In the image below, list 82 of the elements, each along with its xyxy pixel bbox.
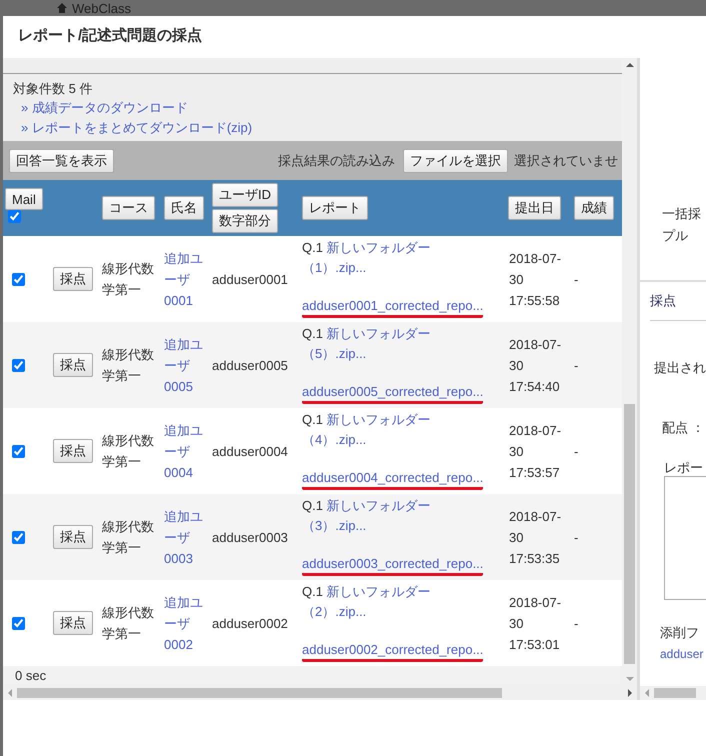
row-checkbox[interactable]	[12, 444, 25, 458]
sort-button[interactable]: ユーザID	[212, 183, 278, 207]
download-link[interactable]: » 成績データのダウンロード	[21, 100, 188, 115]
user-name-link[interactable]: 追加ユーザ0001	[164, 248, 210, 310]
mail-button[interactable]: Mail	[5, 188, 43, 210]
scroll-down-icon[interactable]	[626, 677, 634, 681]
grading-tab[interactable]: 採点	[650, 292, 676, 310]
report-label: レポー	[663, 460, 704, 476]
report-file-link[interactable]: Q.1 新しいフォルダー（5）.zip...	[302, 324, 442, 364]
grade-button[interactable]: 採点	[53, 267, 93, 291]
row-checkbox[interactable]	[12, 272, 25, 286]
corrected-file-link[interactable]: adduser0004_corrected_repo...	[302, 469, 484, 490]
sort-button[interactable]: コース	[102, 196, 155, 220]
row-checkbox[interactable]	[12, 616, 25, 630]
course-name: 線形代数学第一	[102, 604, 155, 643]
bulk-text: 一括採	[662, 205, 702, 223]
grade-button[interactable]: 採点	[53, 525, 93, 549]
submitted-date: 2018-07-30 17:53:35	[509, 508, 562, 568]
course-name: 線形代数学第一	[102, 518, 155, 557]
correction-file-link[interactable]: adduser	[640, 647, 706, 661]
user-id: adduser0005	[212, 356, 288, 374]
user-id: adduser0004	[212, 442, 288, 460]
corrected-file-link[interactable]: adduser0005_corrected_repo...	[302, 383, 484, 404]
scroll-thumb[interactable]	[654, 688, 696, 698]
report-file-link[interactable]: Q.1 新しいフォルダー（1）.zip...	[302, 238, 442, 278]
user-name-link[interactable]: 追加ユーザ0004	[164, 420, 210, 482]
submitted-date: 2018-07-30 17:54:40	[509, 336, 562, 396]
course-name: 線形代数学第一	[102, 260, 155, 299]
report-file-link[interactable]: Q.1 新しいフォルダー（3）.zip...	[302, 496, 442, 536]
horizontal-scrollbar[interactable]	[640, 686, 706, 700]
submitted-date: 2018-07-30 17:55:58	[509, 250, 562, 310]
sort-button[interactable]: 成績	[574, 196, 614, 220]
course-name: 線形代数学第一	[102, 432, 155, 471]
grade-value: -	[574, 442, 578, 460]
sort-button[interactable]: 数字部分	[212, 209, 278, 233]
grade-button[interactable]: 採点	[53, 353, 93, 377]
scroll-thumb[interactable]	[17, 688, 502, 698]
grade-value: -	[574, 614, 578, 632]
scroll-left-icon[interactable]	[8, 689, 12, 697]
timing-text: 0 sec	[15, 668, 46, 683]
scroll-left-icon[interactable]	[645, 689, 649, 697]
bulk-text: プル	[662, 227, 689, 245]
scroll-right-icon[interactable]	[628, 689, 632, 697]
list-button[interactable]: 回答一覧を表示	[9, 148, 114, 172]
row-checkbox[interactable]	[12, 358, 25, 372]
grade-value: -	[574, 356, 578, 374]
file-status: 選択されていませ	[514, 152, 618, 170]
scroll-thumb[interactable]	[624, 404, 635, 664]
report-file-link[interactable]: Q.1 新しいフォルダー（4）.zip...	[302, 410, 442, 450]
user-id: adduser0002	[212, 614, 288, 632]
corrected-file-link[interactable]: adduser0003_corrected_repo...	[302, 555, 484, 576]
grade-value: -	[574, 528, 578, 546]
scroll-up-icon[interactable]	[626, 63, 634, 67]
submitted-date: 2018-07-30 17:53:57	[509, 422, 562, 482]
dialog-title: レポート/記述式問題の採点	[17, 26, 204, 46]
user-name-link[interactable]: 追加ユーザ0003	[164, 506, 210, 568]
grade-value: -	[574, 270, 578, 288]
home-icon	[56, 2, 68, 14]
import-label: 採点結果の読み込み	[278, 152, 395, 170]
mail-checkbox[interactable]	[8, 210, 21, 223]
site-title: WebClass	[72, 0, 132, 16]
file-button[interactable]: ファイルを選択	[403, 148, 508, 172]
row-checkbox[interactable]	[12, 530, 25, 544]
grade-button[interactable]: 採点	[53, 439, 93, 463]
user-name-link[interactable]: 追加ユーザ0002	[164, 592, 210, 654]
course-name: 線形代数学第一	[102, 346, 155, 385]
score-label: 配点 ：	[661, 419, 706, 437]
submitted-label: 提出され	[653, 359, 706, 377]
count-text: 対象件数 5 件	[13, 80, 94, 98]
download-link[interactable]: » レポートをまとめてダウンロード(zip)	[21, 120, 252, 135]
submitted-date: 2018-07-30 17:53:01	[509, 594, 562, 654]
corrected-file-link[interactable]: adduser0002_corrected_repo...	[302, 641, 484, 662]
report-file-link[interactable]: Q.1 新しいフォルダー（2）.zip...	[302, 582, 442, 622]
user-id: adduser0003	[212, 528, 288, 546]
sort-button[interactable]: 氏名	[164, 196, 204, 220]
correction-label: 添削フ	[659, 624, 700, 642]
grade-button[interactable]: 採点	[53, 611, 93, 635]
sort-button[interactable]: 提出日	[508, 196, 561, 220]
sort-button[interactable]: レポート	[302, 196, 368, 220]
user-id: adduser0001	[212, 270, 288, 288]
corrected-file-link[interactable]: adduser0001_corrected_repo...	[302, 297, 484, 318]
user-name-link[interactable]: 追加ユーザ0005	[164, 334, 210, 396]
